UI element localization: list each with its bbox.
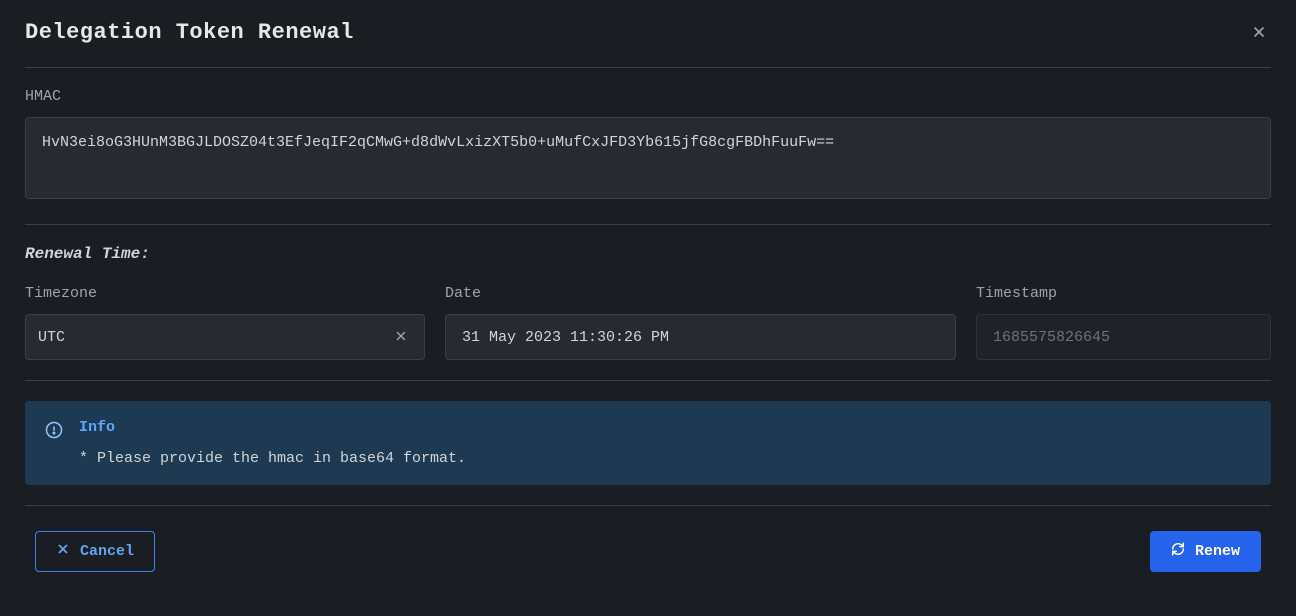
date-input[interactable] bbox=[445, 314, 956, 360]
timezone-field-group: Timezone bbox=[25, 285, 425, 360]
info-icon bbox=[45, 421, 63, 467]
modal-footer: Cancel Renew bbox=[25, 531, 1271, 572]
renew-button[interactable]: Renew bbox=[1150, 531, 1261, 572]
info-box: Info * Please provide the hmac in base64… bbox=[25, 401, 1271, 485]
hmac-field-group: HMAC HvN3ei8oG3HUnM3BGJLDOSZ04t3EfJeqIF2… bbox=[25, 88, 1271, 204]
info-title: Info bbox=[79, 419, 1251, 436]
timestamp-field-group: Timestamp bbox=[976, 285, 1271, 360]
modal-header: Delegation Token Renewal bbox=[25, 20, 1271, 68]
divider bbox=[25, 505, 1271, 506]
hmac-label: HMAC bbox=[25, 88, 1271, 105]
cancel-button[interactable]: Cancel bbox=[35, 531, 155, 572]
close-button[interactable] bbox=[1247, 20, 1271, 49]
timezone-label: Timezone bbox=[25, 285, 425, 302]
close-icon bbox=[1251, 24, 1267, 45]
renewal-time-heading: Renewal Time: bbox=[25, 245, 1271, 263]
close-icon bbox=[394, 329, 408, 346]
timezone-select[interactable] bbox=[25, 314, 425, 360]
date-field-group: Date bbox=[445, 285, 956, 360]
divider bbox=[25, 380, 1271, 381]
refresh-icon bbox=[1171, 542, 1185, 561]
renew-label: Renew bbox=[1195, 543, 1240, 560]
info-content: Info * Please provide the hmac in base64… bbox=[79, 419, 1251, 467]
close-icon bbox=[56, 542, 70, 561]
hmac-input[interactable]: HvN3ei8oG3HUnM3BGJLDOSZ04t3EfJeqIF2qCMwG… bbox=[25, 117, 1271, 199]
modal-title: Delegation Token Renewal bbox=[25, 20, 354, 45]
timezone-clear-button[interactable] bbox=[390, 325, 412, 350]
timestamp-label: Timestamp bbox=[976, 285, 1271, 302]
timestamp-input bbox=[976, 314, 1271, 360]
info-text: * Please provide the hmac in base64 form… bbox=[79, 450, 1251, 467]
date-label: Date bbox=[445, 285, 956, 302]
divider bbox=[25, 224, 1271, 225]
timezone-value[interactable] bbox=[38, 329, 390, 346]
renewal-time-row: Timezone Date Timestamp bbox=[25, 285, 1271, 360]
delegation-token-renewal-modal: Delegation Token Renewal HMAC HvN3ei8oG3… bbox=[0, 0, 1296, 592]
cancel-label: Cancel bbox=[80, 543, 134, 560]
